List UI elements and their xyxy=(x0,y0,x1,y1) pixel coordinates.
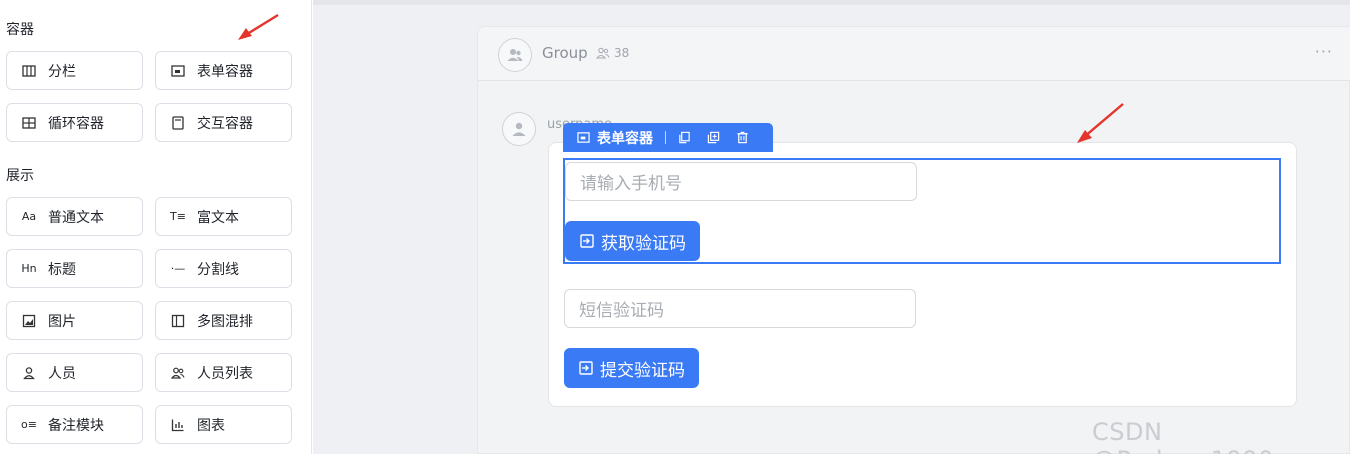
image-icon xyxy=(21,313,37,329)
component-label: 人员 xyxy=(48,365,76,382)
duplicate-icon[interactable] xyxy=(707,131,720,144)
component-note[interactable]: o≡ 备注模块 xyxy=(6,405,143,444)
component-label: 表单容器 xyxy=(197,63,253,80)
component-heading[interactable]: Hn 标题 xyxy=(6,249,143,288)
component-person[interactable]: 人员 xyxy=(6,353,143,392)
group-icon xyxy=(507,49,523,61)
more-options-icon[interactable]: ··· xyxy=(1315,42,1333,61)
delete-icon[interactable] xyxy=(736,131,749,144)
heading-icon: Hn xyxy=(21,262,37,275)
chat-preview-card: Group 38 ··· username 短信验证码 提交验证码 表单容器 xyxy=(477,26,1350,454)
sms-code-input[interactable]: 短信验证码 xyxy=(564,289,916,328)
component-columns[interactable]: 分栏 xyxy=(6,51,143,90)
component-label: 分割线 xyxy=(197,261,239,278)
canvas-top-bar xyxy=(313,0,1350,5)
component-divider[interactable]: ·— 分割线 xyxy=(155,249,292,288)
component-form-container[interactable]: 表单容器 xyxy=(155,51,292,90)
form-container-icon xyxy=(170,63,186,79)
watermark: CSDN @Parkour1990 xyxy=(1092,418,1273,454)
selected-form-container[interactable]: 请输入手机号 获取验证码 xyxy=(563,158,1281,264)
chat-header: Group 38 ··· xyxy=(478,27,1350,81)
component-label: 人员列表 xyxy=(197,365,253,382)
component-label: 循环容器 xyxy=(48,115,104,132)
component-label: 图片 xyxy=(48,313,76,330)
copy-icon[interactable] xyxy=(678,131,691,144)
component-loop-container[interactable]: 循环容器 xyxy=(6,103,143,142)
section-title-display: 展示 xyxy=(6,168,34,184)
component-plain-text[interactable]: Aa 普通文本 xyxy=(6,197,143,236)
component-chart[interactable]: 图表 xyxy=(155,405,292,444)
annotation-arrow-icon xyxy=(1077,103,1124,143)
section-title-containers: 容器 xyxy=(6,22,34,38)
group-name: Group xyxy=(542,44,588,62)
component-people-list[interactable]: 人员列表 xyxy=(155,353,292,392)
component-image[interactable]: 图片 xyxy=(6,301,143,340)
component-label: 标题 xyxy=(48,261,76,278)
component-palette: 容器 分栏 表单容器 循环容器 交互容器 展示 Aa 普通文本 T≡ 富文本 H… xyxy=(0,0,312,454)
rich-text-icon: T≡ xyxy=(170,210,186,223)
get-code-button[interactable]: 获取验证码 xyxy=(565,221,700,261)
selection-label: 表单容器 xyxy=(597,130,653,147)
divider-icon: ·— xyxy=(170,262,186,275)
annotation-arrow-icon xyxy=(238,13,279,40)
people-list-icon xyxy=(170,365,186,381)
user-icon xyxy=(512,122,526,136)
phone-input[interactable]: 请输入手机号 xyxy=(565,162,917,201)
chart-icon xyxy=(170,417,186,433)
login-icon xyxy=(579,361,593,375)
members-icon xyxy=(596,47,610,59)
get-code-label: 获取验证码 xyxy=(601,233,686,254)
component-interactive-container[interactable]: 交互容器 xyxy=(155,103,292,142)
columns-icon xyxy=(21,63,37,79)
interactive-container-icon xyxy=(170,115,186,131)
person-icon xyxy=(21,365,37,381)
component-rich-text[interactable]: T≡ 富文本 xyxy=(155,197,292,236)
submit-code-label: 提交验证码 xyxy=(600,360,685,381)
login-icon xyxy=(580,234,594,248)
user-avatar xyxy=(502,112,536,146)
member-count-value: 38 xyxy=(614,46,630,60)
grid-icon xyxy=(21,115,37,131)
component-label: 富文本 xyxy=(197,209,239,226)
submit-code-button[interactable]: 提交验证码 xyxy=(564,348,699,388)
component-label: 图表 xyxy=(197,417,225,434)
component-label: 普通文本 xyxy=(48,209,104,226)
component-multi-image[interactable]: 多图混排 xyxy=(155,301,292,340)
member-count: 38 xyxy=(596,46,629,60)
component-label: 交互容器 xyxy=(197,115,253,132)
multi-image-icon xyxy=(170,313,186,329)
form-container-icon xyxy=(577,132,590,143)
component-label: 备注模块 xyxy=(48,417,104,434)
component-label: 多图混排 xyxy=(197,313,253,330)
text-icon: Aa xyxy=(21,210,37,223)
design-canvas: Group 38 ··· username 短信验证码 提交验证码 表单容器 xyxy=(313,0,1350,454)
toolbar-separator xyxy=(665,131,666,144)
group-avatar xyxy=(498,38,532,72)
selection-toolbar: 表单容器 xyxy=(563,123,773,152)
component-label: 分栏 xyxy=(48,63,76,80)
note-icon: o≡ xyxy=(21,418,37,431)
